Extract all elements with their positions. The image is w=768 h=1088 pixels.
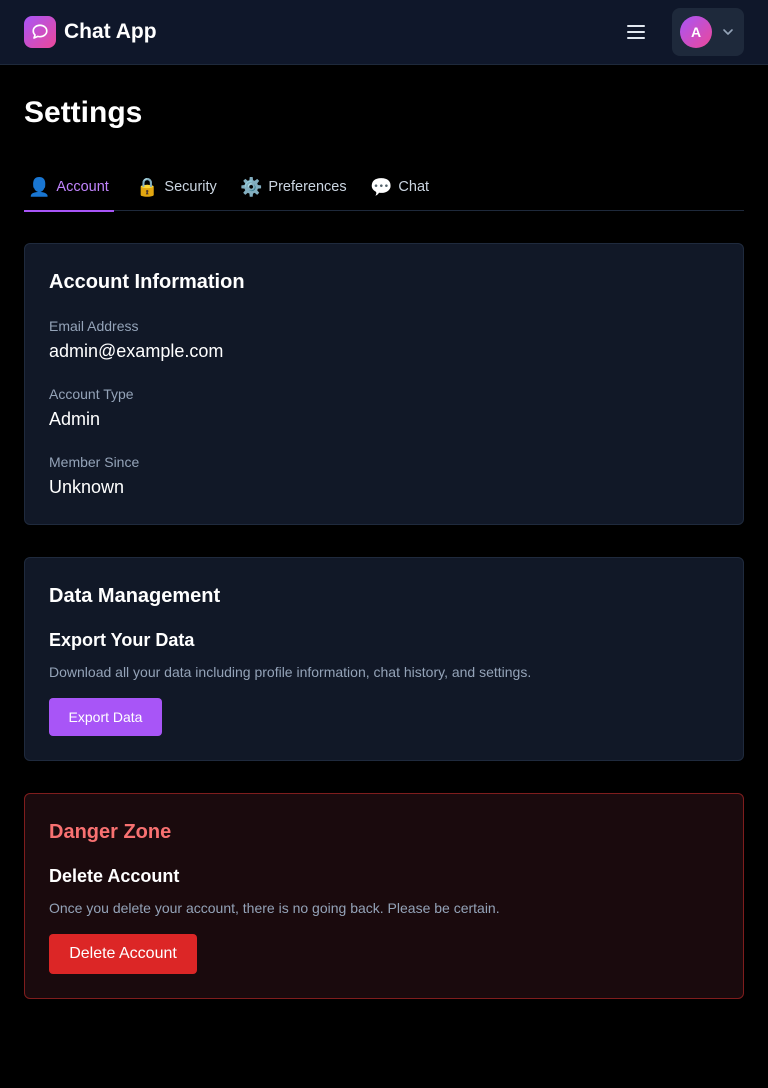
card-title: Account Information (49, 271, 245, 293)
menu-button[interactable] (616, 16, 656, 48)
speech-bubble-icon: 💬 (370, 176, 393, 197)
account-information-card: Account Information Email Address admin@… (24, 243, 744, 525)
brand[interactable]: Chat App (24, 16, 157, 48)
export-data-button[interactable]: Export Data (49, 698, 162, 736)
tab-label: Chat (398, 178, 430, 195)
export-description: Download all your data including profile… (49, 664, 532, 680)
tab-label: Security (164, 178, 217, 195)
lock-icon: 🔒 (136, 176, 159, 197)
tab-account[interactable]: 👤 Account (24, 163, 114, 212)
gear-icon: ⚙️ (240, 176, 263, 197)
settings-tabs: 👤 Account 🔒 Security ⚙️ Preferences 💬 Ch… (24, 163, 744, 212)
delete-section-title: Delete Account (49, 866, 180, 886)
tab-preferences[interactable]: ⚙️ Preferences (240, 163, 347, 210)
card-title: Data Management (49, 585, 221, 607)
page-title: Settings (24, 96, 143, 129)
chevron-down-icon (723, 29, 733, 35)
chat-bubble-icon (24, 16, 56, 48)
email-label: Email Address (49, 318, 139, 334)
user-menu-button[interactable]: A (672, 8, 744, 56)
app-title: Chat App (64, 20, 157, 43)
account-type-value: Admin (49, 409, 101, 429)
email-value: admin@example.com (49, 341, 224, 361)
danger-zone-card: Danger Zone Delete Account Once you dele… (24, 793, 744, 999)
avatar: A (680, 16, 712, 48)
account-type-label: Account Type (49, 386, 134, 402)
delete-account-button[interactable]: Delete Account (49, 934, 197, 974)
tab-security[interactable]: 🔒 Security (136, 163, 217, 210)
tab-chat[interactable]: 💬 Chat (370, 163, 429, 210)
user-icon: 👤 (28, 176, 51, 197)
top-navbar: Chat App A (0, 0, 768, 65)
tab-label: Preferences (268, 178, 347, 195)
member-since-label: Member Since (49, 454, 140, 470)
member-since-value: Unknown (49, 477, 125, 497)
export-section-title: Export Your Data (49, 630, 195, 650)
card-title: Danger Zone (49, 821, 172, 843)
delete-description: Once you delete your account, there is n… (49, 900, 500, 916)
data-management-card: Data Management Export Your Data Downloa… (24, 557, 744, 761)
hamburger-icon (627, 25, 645, 39)
tab-label: Account (56, 178, 109, 195)
